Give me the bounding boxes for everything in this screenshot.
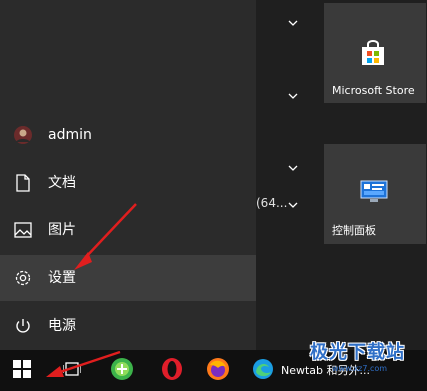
power-icon: [13, 316, 33, 336]
pictures-icon: [13, 220, 33, 240]
windows-logo-icon: [13, 359, 31, 382]
tile-control-panel[interactable]: 控制面板: [324, 144, 426, 244]
control-panel-icon: [360, 180, 388, 208]
start-menu-item-label: 设置: [48, 270, 76, 286]
app-list-column: [256, 0, 322, 350]
document-icon: [13, 173, 33, 193]
watermark-subtext: www.xz7.com: [332, 364, 388, 373]
chevron-down-icon[interactable]: [285, 90, 301, 102]
start-menu-item-settings[interactable]: 设置: [0, 255, 256, 301]
start-menu-item-power[interactable]: 电源: [0, 303, 256, 349]
green-browser-icon: [110, 357, 134, 385]
taskbar-app-opera[interactable]: [150, 350, 194, 391]
watermark-logo: 极光下载站 www.xz7.com: [306, 336, 424, 386]
start-menu-item-label: admin: [48, 127, 92, 143]
tile-label: 控制面板: [332, 224, 376, 237]
app-list-partial-label: (64...: [256, 196, 288, 210]
firefox-icon: [206, 357, 230, 385]
opera-icon: [160, 357, 184, 385]
taskbar-app-firefox[interactable]: [196, 350, 240, 391]
start-menu-item-label: 图片: [48, 222, 76, 238]
user-avatar-icon: [13, 125, 33, 145]
store-icon: [359, 39, 387, 71]
taskbar-app-green-browser[interactable]: [100, 350, 144, 391]
start-menu-item-label: 文档: [48, 175, 76, 191]
watermark-text: 极光下载站: [310, 342, 405, 363]
chevron-down-icon[interactable]: [285, 17, 301, 29]
gear-icon: [13, 268, 33, 288]
tile-microsoft-store[interactable]: Microsoft Store: [324, 3, 426, 103]
task-view-icon: [62, 361, 82, 381]
tile-label: Microsoft Store: [332, 84, 415, 97]
chevron-down-icon[interactable]: [285, 162, 301, 174]
start-menu-item-user[interactable]: admin: [0, 112, 256, 158]
task-view-button[interactable]: [50, 350, 94, 391]
start-button[interactable]: [0, 350, 44, 391]
edge-icon: [252, 358, 274, 384]
start-menu-item-documents[interactable]: 文档: [0, 160, 256, 206]
start-menu-item-label: 电源: [48, 318, 76, 334]
start-menu-item-pictures[interactable]: 图片: [0, 207, 256, 253]
